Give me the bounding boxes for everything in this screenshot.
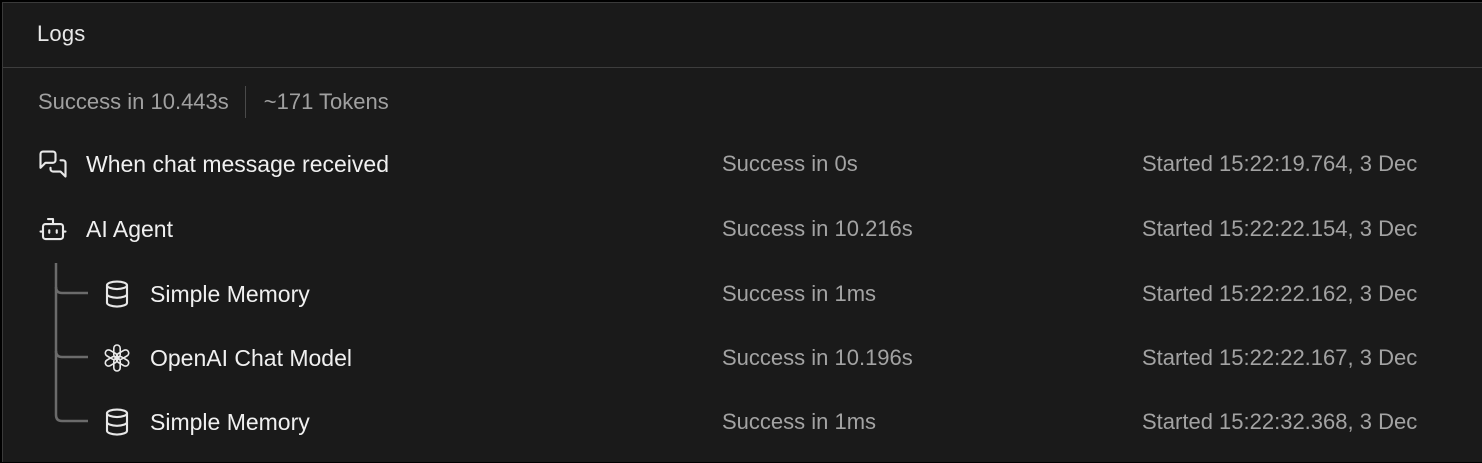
node-started-time: Started 15:22:19.764, 3 Dec (1142, 151, 1418, 176)
log-row-chat-trigger[interactable]: When chat message received Success in 0s… (3, 142, 1482, 186)
node-started-time: Started 15:22:32.368, 3 Dec (1142, 409, 1418, 434)
node-name: OpenAI Chat Model (150, 345, 353, 371)
chat-bubbles-icon (37, 148, 69, 180)
log-row-simple-memory-2[interactable]: Simple Memory Success in 1ms Started 15:… (3, 400, 1482, 444)
node-status: Success in 1ms (722, 281, 877, 306)
node-name: AI Agent (86, 216, 173, 242)
node-started-time: Started 15:22:22.167, 3 Dec (1142, 345, 1418, 370)
node-status: Success in 0s (722, 151, 858, 176)
robot-icon (37, 213, 69, 245)
node-status: Success in 1ms (722, 409, 877, 434)
logs-header[interactable]: Logs (3, 3, 1482, 68)
database-icon (101, 278, 133, 310)
node-name: Simple Memory (150, 281, 310, 307)
node-started-time: Started 15:22:22.154, 3 Dec (1142, 216, 1418, 241)
run-summary: Success in 10.443s ~171 Tokens (38, 86, 389, 118)
log-row-openai-chat-model[interactable]: OpenAI Chat Model Success in 10.196s Sta… (3, 336, 1482, 380)
summary-divider (244, 86, 246, 118)
log-row-ai-agent[interactable]: AI Agent Success in 10.216s Started 15:2… (3, 207, 1482, 251)
node-name: When chat message received (86, 151, 389, 177)
token-count-text: ~171 Tokens (263, 89, 389, 114)
logs-title: Logs (37, 21, 86, 46)
database-icon (101, 406, 133, 438)
log-row-simple-memory-1[interactable]: Simple Memory Success in 1ms Started 15:… (3, 272, 1482, 316)
logs-panel: Logs Success in 10.443s ~171 Tokens When… (2, 2, 1482, 462)
openai-icon (101, 342, 133, 374)
node-status: Success in 10.216s (722, 216, 913, 241)
run-status-text: Success in 10.443s (38, 89, 229, 114)
node-started-time: Started 15:22:22.162, 3 Dec (1142, 281, 1418, 306)
node-name: Simple Memory (150, 409, 310, 435)
node-status: Success in 10.196s (722, 345, 913, 370)
